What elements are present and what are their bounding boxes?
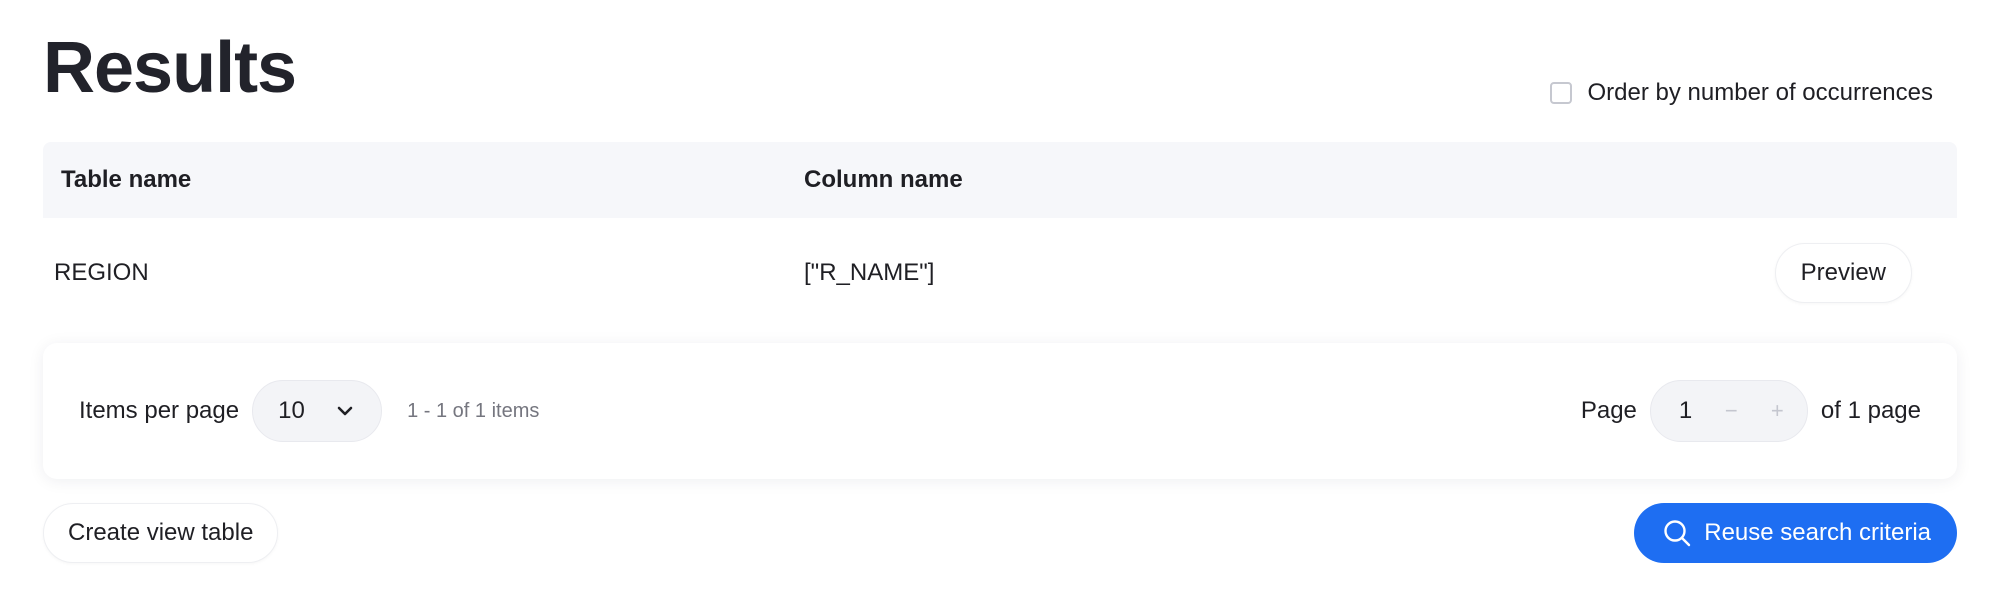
items-per-page-label: Items per page	[79, 397, 240, 424]
items-per-page-select[interactable]: 10	[252, 380, 383, 442]
items-per-page-value: 10	[278, 397, 305, 424]
current-page-value[interactable]: 1	[1679, 397, 1692, 425]
search-icon	[1662, 518, 1692, 548]
cell-column-name: ["R_NAME"]	[804, 259, 935, 286]
total-pages-text: of 1 page	[1820, 397, 1921, 424]
page-label: Page	[1580, 397, 1637, 424]
page-stepper[interactable]: 1 − +	[1649, 380, 1808, 442]
reuse-search-criteria-button[interactable]: Reuse search criteria	[1634, 503, 1957, 563]
header-table-name: Table name	[61, 166, 192, 193]
cell-table-name: REGION	[54, 259, 149, 286]
results-table: Table name Column name REGION ["R_NAME"]…	[43, 142, 1957, 328]
plus-icon[interactable]: +	[1754, 398, 1800, 424]
order-checkbox[interactable]	[1549, 82, 1572, 104]
table-header: Table name Column name	[43, 142, 1957, 218]
chevron-down-icon	[337, 406, 353, 416]
reuse-label: Reuse search criteria	[1704, 519, 1931, 546]
items-range-text: 1 - 1 of 1 items	[407, 399, 540, 422]
minus-icon[interactable]: −	[1708, 398, 1754, 424]
create-view-table-button[interactable]: Create view table	[43, 503, 279, 563]
order-label: Order by number of occurrences	[1587, 79, 1933, 106]
order-by-occurrences-toggle[interactable]: Order by number of occurrences	[1549, 79, 1933, 107]
page-title: Results	[43, 28, 297, 108]
table-row: REGION ["R_NAME"] Preview	[43, 218, 1957, 328]
preview-button[interactable]: Preview	[1774, 243, 1912, 303]
pagination-bar: Items per page 10 1 - 1 of 1 items Page …	[43, 343, 1957, 479]
header-column-name: Column name	[804, 166, 963, 193]
